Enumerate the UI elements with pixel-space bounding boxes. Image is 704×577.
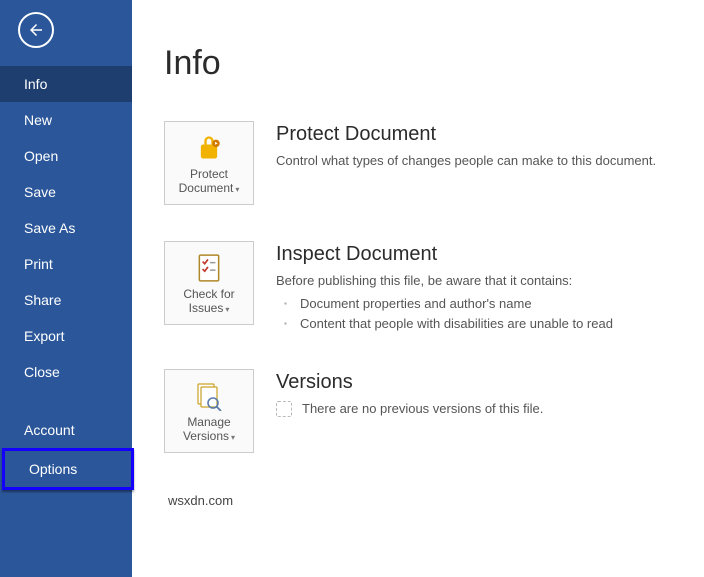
lock-icon — [195, 134, 223, 162]
manage-versions-button[interactable]: Manage Versions▾ — [164, 369, 254, 453]
check-for-issues-button[interactable]: Check for Issues▾ — [164, 241, 254, 325]
inspect-bullet: Document properties and author's name — [300, 294, 672, 314]
nav-item-account[interactable]: Account — [0, 412, 132, 448]
nav-list: Info New Open Save Save As Print Share E… — [0, 66, 132, 490]
document-icon — [276, 401, 292, 417]
protect-button-label: Protect Document — [179, 167, 234, 195]
checklist-icon — [196, 253, 222, 283]
versions-description: There are no previous versions of this f… — [302, 400, 543, 418]
nav-item-open[interactable]: Open — [0, 138, 132, 174]
chevron-down-icon: ▾ — [225, 305, 229, 315]
backstage-sidebar: Info New Open Save Save As Print Share E… — [0, 0, 132, 577]
watermark-text: wsxdn.com — [164, 489, 672, 512]
versions-icon — [194, 381, 224, 411]
chevron-down-icon: ▾ — [235, 185, 239, 195]
content-pane: Info Protect Document▾ Protect Document … — [132, 0, 704, 577]
versions-title: Versions — [276, 371, 672, 394]
nav-item-new[interactable]: New — [0, 102, 132, 138]
nav-item-save-as[interactable]: Save As — [0, 210, 132, 246]
inspect-title: Inspect Document — [276, 243, 672, 266]
inspect-bullet-list: Document properties and author's name Co… — [276, 294, 672, 333]
protect-title: Protect Document — [276, 123, 672, 146]
nav-item-options[interactable]: Options — [2, 448, 134, 490]
protect-document-button[interactable]: Protect Document▾ — [164, 121, 254, 205]
nav-item-close[interactable]: Close — [0, 354, 132, 390]
chevron-down-icon: ▾ — [231, 433, 235, 443]
nav-item-print[interactable]: Print — [0, 246, 132, 282]
back-button[interactable] — [18, 12, 54, 48]
page-title: Info — [164, 44, 672, 83]
versions-section: Manage Versions▾ Versions There are no p… — [164, 369, 672, 453]
inspect-section: Check for Issues▾ Inspect Document Befor… — [164, 241, 672, 333]
protect-description: Control what types of changes people can… — [276, 152, 672, 170]
nav-item-share[interactable]: Share — [0, 282, 132, 318]
inspect-description: Before publishing this file, be aware th… — [276, 272, 672, 290]
nav-item-save[interactable]: Save — [0, 174, 132, 210]
manage-versions-button-label: Manage Versions — [183, 415, 231, 443]
nav-item-info[interactable]: Info — [0, 66, 132, 102]
nav-item-export[interactable]: Export — [0, 318, 132, 354]
inspect-bullet: Content that people with disabilities ar… — [300, 314, 672, 334]
back-arrow-icon — [27, 21, 45, 39]
protect-section: Protect Document▾ Protect Document Contr… — [164, 121, 672, 205]
